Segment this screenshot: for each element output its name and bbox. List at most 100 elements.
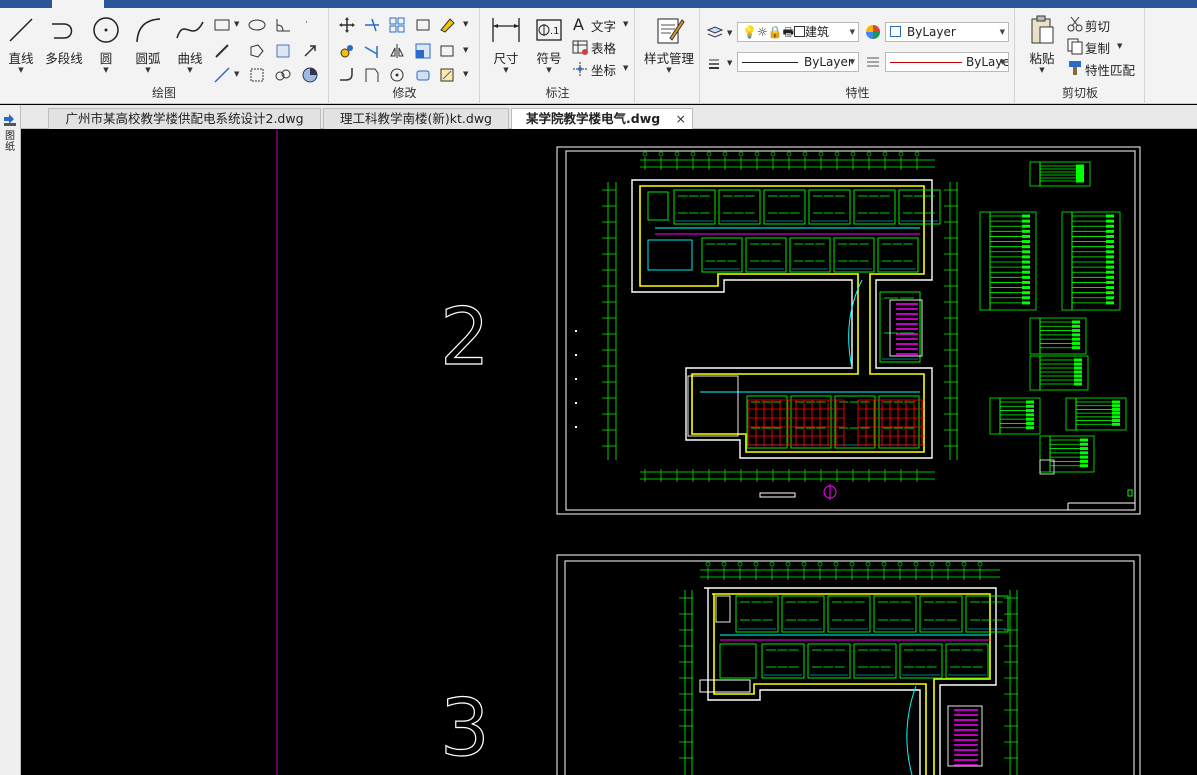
chevron-down-icon[interactable]: ▼ [463, 20, 468, 28]
drawing-canvas[interactable]: 2 3 [22, 130, 1197, 775]
title-strip [0, 0, 1197, 8]
chevron-down-icon[interactable]: ▼ [623, 20, 628, 28]
spline-icon [176, 21, 204, 39]
lineweight-combo[interactable]: ByLaye ▼ [885, 52, 1009, 72]
point-icon[interactable]: · [305, 18, 308, 28]
erase-icon[interactable] [438, 16, 456, 34]
chevron-down-icon[interactable]: ▼ [1117, 42, 1122, 50]
stair-room [715, 595, 731, 623]
text-icon[interactable]: A [571, 15, 589, 33]
chevron-down-icon[interactable]: ▼ [234, 20, 239, 28]
table-icon[interactable] [571, 38, 589, 56]
copy-object-icon[interactable] [414, 16, 432, 34]
color-combo[interactable]: ByLayer ▼ [885, 22, 1009, 42]
hatch-icon[interactable] [248, 66, 266, 84]
sheet-2[interactable] [556, 146, 1141, 515]
copy-label[interactable]: 复制 [1085, 38, 1110, 57]
sheet-3[interactable] [556, 554, 1141, 775]
tab-document-3[interactable]: 某学院教学楼电气.dwg × [511, 108, 693, 129]
coordinate-icon[interactable] [571, 60, 589, 78]
rotate-icon[interactable] [338, 42, 356, 60]
room-boundary [761, 643, 805, 679]
region-icon[interactable] [248, 42, 266, 60]
ramp-curve [906, 685, 917, 775]
rotate-cw-icon[interactable] [388, 66, 406, 84]
offset-icon[interactable] [363, 66, 381, 84]
angle-icon[interactable] [274, 16, 292, 34]
room-boundary [965, 595, 1009, 633]
clipboard-panel-title: 剪切板 [1061, 86, 1098, 100]
copy-icon[interactable] [1066, 37, 1084, 55]
fillet-icon[interactable] [338, 66, 356, 84]
scale-icon[interactable] [414, 42, 432, 60]
arc-button[interactable]: 圆弧 ▼ [128, 14, 168, 74]
axis-bubble-icon [786, 151, 792, 157]
room-boundary [827, 595, 871, 633]
layer-combo[interactable]: 💡☼🔒🖶 建筑 ▼ [737, 22, 859, 42]
polyline-button[interactable]: 多段线 [42, 14, 86, 74]
tab-document-2[interactable]: 理工科教学南楼(新)kt.dwg [323, 108, 509, 129]
style-manager-button[interactable]: 样式管理 ▼ [640, 14, 698, 74]
breaker-label [1080, 464, 1088, 468]
building-outline [631, 179, 933, 459]
cut-label[interactable]: 剪切 [1085, 16, 1110, 35]
table-label[interactable]: 表格 [591, 38, 616, 57]
rectangle-icon[interactable] [213, 16, 231, 34]
lineweight-icon[interactable] [864, 53, 882, 71]
match-properties-icon[interactable] [1066, 59, 1084, 77]
curve-button[interactable]: 曲线 ▼ [170, 14, 210, 74]
properties-edit-icon[interactable] [438, 66, 456, 84]
extend-icon[interactable] [363, 42, 381, 60]
close-icon[interactable]: × [676, 109, 686, 128]
style-manager-icon [657, 18, 685, 44]
breaker-label [1080, 438, 1088, 442]
axis-bubble-icon [642, 151, 648, 157]
lineweight-list-icon[interactable] [706, 54, 724, 72]
trim-icon[interactable] [363, 16, 381, 34]
sheet-manager-icon[interactable] [2, 113, 18, 127]
chevron-down-icon[interactable]: ▼ [463, 46, 468, 54]
move-icon[interactable] [338, 16, 356, 34]
room-boundary [833, 237, 875, 273]
color-wheel-icon[interactable] [864, 23, 882, 41]
xline-icon[interactable] [213, 66, 231, 84]
match-properties-label[interactable]: 特性匹配 [1085, 60, 1135, 79]
chevron-down-icon[interactable]: ▼ [234, 70, 239, 78]
donut-icon[interactable] [301, 66, 319, 84]
axis-bubble-icon [802, 151, 808, 157]
chevron-down-icon[interactable]: ▼ [463, 70, 468, 78]
layer-manager-icon[interactable] [706, 24, 724, 42]
wipeout-icon[interactable] [274, 42, 292, 60]
ellipse-icon[interactable] [248, 16, 266, 34]
chevron-down-icon[interactable]: ▼ [727, 29, 732, 37]
paste-button[interactable]: 粘贴 ▼ [1022, 14, 1062, 74]
tab-document-1[interactable]: 广州市某高校教学楼供配电系统设计2.dwg [48, 108, 321, 129]
cloud-icon[interactable] [274, 66, 292, 84]
linetype-combo[interactable]: ByLayer ▼ [737, 52, 859, 72]
construction-line-icon[interactable] [213, 42, 231, 60]
array-icon[interactable] [388, 16, 406, 34]
circle-button[interactable]: 圆 ▼ [86, 14, 126, 74]
explode-icon[interactable] [414, 66, 432, 84]
axis-bubble-icon [674, 151, 680, 157]
cursor-arrow-icon[interactable] [301, 42, 319, 60]
chevron-down-icon[interactable]: ▼ [727, 59, 732, 67]
symbol-button[interactable]: .1 符号 ▼ [529, 14, 569, 74]
chevron-down-icon[interactable]: ▼ [623, 64, 628, 72]
coordinate-label[interactable]: 坐标 [591, 60, 616, 79]
breaker-label [1106, 219, 1114, 223]
circle-label: 圆 [99, 51, 113, 66]
mirror-icon[interactable] [388, 42, 406, 60]
stretch-icon[interactable] [438, 42, 456, 60]
line-button[interactable]: 直线 ▼ [1, 14, 41, 74]
text-label[interactable]: 文字 [591, 16, 616, 35]
breaker-label [1072, 341, 1080, 345]
room-boundary [899, 643, 943, 679]
scissors-icon[interactable] [1066, 15, 1084, 33]
ribbon-active-tab-indicator[interactable] [52, 0, 104, 8]
breaker-label [1022, 291, 1030, 295]
chevron-down-icon: ▼ [187, 66, 193, 74]
dimension-button[interactable]: 尺寸 ▼ [486, 14, 526, 74]
sheet-sidebar-label[interactable]: 图纸 [3, 131, 17, 153]
cad-drawing[interactable]: 2 3 [22, 130, 1197, 775]
